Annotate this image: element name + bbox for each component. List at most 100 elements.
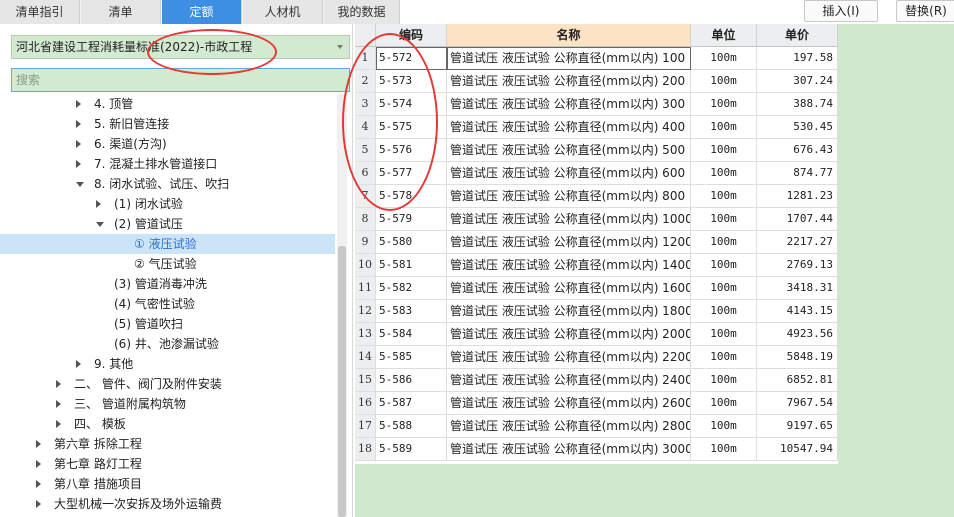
tree-item[interactable]: 大型机械一次安拆及场外运输费 [0, 494, 335, 514]
row-index-cell[interactable]: 16 [355, 392, 376, 415]
table-row[interactable]: 16 5-587 管道试压 液压试验 公称直径(mm以内) 2600 100m 7967… [355, 392, 838, 415]
tree-scrollbar[interactable] [337, 94, 347, 517]
price-cell[interactable]: 2769.13 [757, 254, 838, 277]
name-cell[interactable]: 管道试压 液压试验 公称直径(mm以内) 1400 [447, 254, 691, 277]
quota-library-dropdown[interactable]: 河北省建设工程消耗量标准(2022)-市政工程 [11, 35, 350, 59]
row-index-cell[interactable]: 9 [355, 231, 376, 254]
tree-item[interactable]: 4. 顶管 [0, 94, 335, 114]
price-cell[interactable]: 9197.65 [757, 415, 838, 438]
table-row[interactable]: 5 5-576 管道试压 液压试验 公称直径(mm以内) 500 100m 676.43 [355, 139, 838, 162]
tree-item[interactable]: 第七章 路灯工程 [0, 454, 335, 474]
table-row[interactable]: 6 5-577 管道试压 液压试验 公称直径(mm以内) 600 100m 874.77 [355, 162, 838, 185]
unit-cell[interactable]: 100m [691, 392, 757, 415]
price-cell[interactable]: 4923.56 [757, 323, 838, 346]
name-cell[interactable]: 管道试压 液压试验 公称直径(mm以内) 400 [447, 116, 691, 139]
chevron-right-icon[interactable] [76, 160, 81, 168]
tree-item[interactable]: 9. 其他 [0, 354, 335, 374]
tab-bill-guide[interactable]: 清单指引 [0, 0, 80, 24]
price-cell[interactable]: 874.77 [757, 162, 838, 185]
name-cell[interactable]: 管道试压 液压试验 公称直径(mm以内) 3000 [447, 438, 691, 461]
table-row[interactable]: 18 5-589 管道试压 液压试验 公称直径(mm以内) 3000 100m 1054… [355, 438, 838, 461]
tree-item[interactable]: 第六章 拆除工程 [0, 434, 335, 454]
table-row[interactable]: 17 5-588 管道试压 液压试验 公称直径(mm以内) 2800 100m 9197… [355, 415, 838, 438]
header-code[interactable]: 编码 [376, 24, 447, 47]
row-index-cell[interactable]: 3 [355, 93, 376, 116]
table-row[interactable]: 14 5-585 管道试压 液压试验 公称直径(mm以内) 2200 100m 5848… [355, 346, 838, 369]
tab-labor-material-machine[interactable]: 人材机 [243, 0, 323, 24]
chevron-down-icon[interactable] [96, 222, 104, 227]
tab-my-data[interactable]: 我的数据 [324, 0, 400, 24]
name-cell[interactable]: 管道试压 液压试验 公称直径(mm以内) 1600 [447, 277, 691, 300]
code-cell[interactable]: 5-585 [376, 346, 447, 369]
name-cell[interactable]: 管道试压 液压试验 公称直径(mm以内) 600 [447, 162, 691, 185]
tree-item[interactable]: (1) 闭水试验 [0, 194, 335, 214]
unit-cell[interactable]: 100m [691, 185, 757, 208]
unit-cell[interactable]: 100m [691, 231, 757, 254]
code-cell[interactable]: 5-575 [376, 116, 447, 139]
code-cell[interactable]: 5-581 [376, 254, 447, 277]
code-cell[interactable]: 5-572 [376, 47, 447, 70]
price-cell[interactable]: 676.43 [757, 139, 838, 162]
name-cell[interactable]: 管道试压 液压试验 公称直径(mm以内) 500 [447, 139, 691, 162]
tree-item[interactable]: ① 液压试验 [0, 234, 335, 254]
unit-cell[interactable]: 100m [691, 415, 757, 438]
tree-item[interactable]: 三、 管道附属构筑物 [0, 394, 335, 414]
name-cell[interactable]: 管道试压 液压试验 公称直径(mm以内) 2400 [447, 369, 691, 392]
code-cell[interactable]: 5-589 [376, 438, 447, 461]
price-cell[interactable]: 4143.15 [757, 300, 838, 323]
replace-button[interactable]: 替换(R) [896, 0, 954, 22]
header-name[interactable]: 名称 [447, 24, 691, 47]
chevron-right-icon[interactable] [36, 480, 41, 488]
unit-cell[interactable]: 100m [691, 438, 757, 461]
table-row[interactable]: 12 5-583 管道试压 液压试验 公称直径(mm以内) 1800 100m 4143… [355, 300, 838, 323]
price-cell[interactable]: 6852.81 [757, 369, 838, 392]
row-index-cell[interactable]: 15 [355, 369, 376, 392]
table-row[interactable]: 3 5-574 管道试压 液压试验 公称直径(mm以内) 300 100m 388.74 [355, 93, 838, 116]
unit-cell[interactable]: 100m [691, 323, 757, 346]
price-cell[interactable]: 307.24 [757, 70, 838, 93]
code-cell[interactable]: 5-588 [376, 415, 447, 438]
unit-cell[interactable]: 100m [691, 369, 757, 392]
tree-item[interactable]: 6. 渠道(方沟) [0, 134, 335, 154]
header-price[interactable]: 单价 [757, 24, 838, 47]
unit-cell[interactable]: 100m [691, 139, 757, 162]
price-cell[interactable]: 10547.94 [757, 438, 838, 461]
price-cell[interactable]: 388.74 [757, 93, 838, 116]
unit-cell[interactable]: 100m [691, 93, 757, 116]
name-cell[interactable]: 管道试压 液压试验 公称直径(mm以内) 2000 [447, 323, 691, 346]
tree-item[interactable]: 四、 模板 [0, 414, 335, 434]
table-row[interactable]: 9 5-580 管道试压 液压试验 公称直径(mm以内) 1200 100m 2217.… [355, 231, 838, 254]
row-index-cell[interactable]: 12 [355, 300, 376, 323]
code-cell[interactable]: 5-584 [376, 323, 447, 346]
unit-cell[interactable]: 100m [691, 47, 757, 70]
name-cell[interactable]: 管道试压 液压试验 公称直径(mm以内) 800 [447, 185, 691, 208]
unit-cell[interactable]: 100m [691, 254, 757, 277]
price-cell[interactable]: 3418.31 [757, 277, 838, 300]
row-index-cell[interactable]: 5 [355, 139, 376, 162]
row-index-cell[interactable]: 13 [355, 323, 376, 346]
tree-item[interactable]: (2) 管道试压 [0, 214, 335, 234]
name-cell[interactable]: 管道试压 液压试验 公称直径(mm以内) 1000 [447, 208, 691, 231]
tree-scroll-thumb[interactable] [338, 246, 346, 517]
price-cell[interactable]: 197.58 [757, 47, 838, 70]
tree-item[interactable]: 8. 闭水试验、试压、吹扫 [0, 174, 335, 194]
unit-cell[interactable]: 100m [691, 162, 757, 185]
table-row[interactable]: 15 5-586 管道试压 液压试验 公称直径(mm以内) 2400 100m 6852… [355, 369, 838, 392]
chevron-right-icon[interactable] [76, 100, 81, 108]
name-cell[interactable]: 管道试压 液压试验 公称直径(mm以内) 300 [447, 93, 691, 116]
code-cell[interactable]: 5-580 [376, 231, 447, 254]
unit-cell[interactable]: 100m [691, 70, 757, 93]
tree-item[interactable]: 第八章 措施项目 [0, 474, 335, 494]
unit-cell[interactable]: 100m [691, 300, 757, 323]
code-cell[interactable]: 5-574 [376, 93, 447, 116]
code-cell[interactable]: 5-583 [376, 300, 447, 323]
row-index-cell[interactable]: 18 [355, 438, 376, 461]
unit-cell[interactable]: 100m [691, 277, 757, 300]
tab-bill[interactable]: 清单 [81, 0, 161, 24]
row-index-cell[interactable]: 7 [355, 185, 376, 208]
row-index-cell[interactable]: 11 [355, 277, 376, 300]
tree-item[interactable]: (3) 管道消毒冲洗 [0, 274, 335, 294]
chevron-right-icon[interactable] [36, 460, 41, 468]
search-input[interactable]: 搜索 [11, 68, 350, 92]
code-cell[interactable]: 5-577 [376, 162, 447, 185]
